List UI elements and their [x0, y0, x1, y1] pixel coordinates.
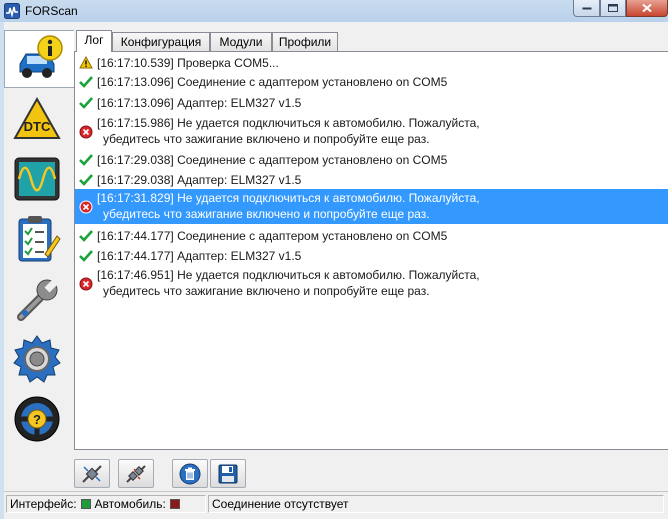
tab-configuration[interactable]: Конфигурация [112, 32, 210, 51]
log-entry-text: [16:17:15.986] Не удается подключиться к… [97, 114, 480, 150]
log-entry-selected[interactable]: [16:17:31.829] Не удается подключиться к… [75, 189, 668, 224]
warning-icon [79, 56, 93, 69]
log-entry[interactable]: [16:17:15.986] Не удается подключиться к… [75, 114, 668, 150]
log-entry[interactable]: [16:17:44.177] Соединение с адаптером ус… [75, 227, 668, 244]
tab-label: Лог [84, 33, 104, 47]
gear-icon [13, 335, 61, 383]
close-button[interactable] [626, 0, 668, 17]
app-icon [4, 3, 20, 19]
dtc-label: DTC [24, 119, 51, 134]
check-icon [79, 249, 93, 262]
main-client-area: DTC ? Лог Конфигурация Модули Профили [1… [4, 22, 668, 519]
sidebar-item-oscilloscope[interactable] [4, 150, 70, 208]
disconnect-button[interactable] [118, 459, 154, 488]
sidebar-item-service[interactable] [4, 270, 70, 328]
log-entry[interactable]: [16:17:29.038] Соединение с адаптером ус… [75, 151, 668, 168]
log-list[interactable]: [16:17:10.539] Проверка COM5... [16:17:1… [74, 51, 668, 450]
clear-log-button[interactable] [172, 459, 208, 488]
help-label: ? [33, 412, 41, 427]
log-entry-line: [16:17:15.986] Не удается подключиться к… [97, 116, 480, 130]
interface-label: Интерфейс: [10, 497, 77, 511]
interface-status-led [80, 499, 91, 509]
log-entry-line: [16:17:46.951] Не удается подключиться к… [97, 268, 480, 282]
log-entry[interactable]: [16:17:13.096] Адаптер: ELM327 v1.5 [75, 94, 668, 111]
connection-status-indicators: Интерфейс: Автомобиль: [6, 495, 206, 513]
vehicle-label: Автомобиль: [94, 497, 166, 511]
log-entry-text: [16:17:44.177] Адаптер: ELM327 v1.5 [97, 249, 302, 263]
check-icon [79, 96, 93, 109]
wrench-icon [17, 277, 60, 321]
log-entry[interactable]: [16:17:10.539] Проверка COM5... [75, 54, 668, 71]
minimize-icon [582, 7, 591, 10]
help-steering-icon: ? [14, 396, 60, 442]
log-entry[interactable]: [16:17:29.038] Адаптер: ELM327 v1.5 [75, 171, 668, 188]
tab-label: Профили [278, 35, 332, 49]
error-icon [79, 277, 93, 291]
close-icon [642, 3, 652, 13]
error-icon [79, 125, 93, 139]
log-entry-text: [16:17:13.096] Адаптер: ELM327 v1.5 [97, 96, 302, 110]
error-icon [79, 200, 93, 213]
tab-modules[interactable]: Модули [210, 32, 272, 51]
plug-disconnect-icon [126, 464, 146, 483]
log-entry-text: [16:17:46.951] Не удается подключиться к… [97, 266, 480, 302]
maximize-icon [608, 4, 618, 12]
dtc-warning-icon: DTC [13, 96, 61, 139]
tab-profiles[interactable]: Профили [272, 32, 338, 51]
save-log-button[interactable] [210, 459, 246, 488]
car-info-icon [19, 35, 63, 78]
log-entry-line: убедитесь что зажигание включено и попро… [103, 207, 430, 221]
log-entry-text: [16:17:13.096] Соединение с адаптером ус… [97, 75, 448, 89]
check-icon [79, 229, 93, 242]
log-entry-text: [16:17:29.038] Соединение с адаптером ус… [97, 153, 448, 167]
log-entry-text: [16:17:31.829] Не удается подключиться к… [97, 189, 480, 224]
connect-button[interactable] [74, 459, 110, 488]
sidebar: DTC ? [4, 30, 74, 480]
log-entry[interactable]: [16:17:44.177] Адаптер: ELM327 v1.5 [75, 247, 668, 264]
minimize-button[interactable] [573, 0, 600, 17]
oscilloscope-icon [14, 157, 60, 201]
log-entry-text: [16:17:10.539] Проверка COM5... [97, 56, 279, 70]
log-entry-line: убедитесь что зажигание включено и попро… [103, 284, 430, 298]
plug-connect-icon [82, 464, 102, 483]
log-entry-text: [16:17:44.177] Соединение с адаптером ус… [97, 229, 448, 243]
check-icon [79, 153, 93, 166]
log-entry-text: [16:17:29.038] Адаптер: ELM327 v1.5 [97, 173, 302, 187]
sidebar-item-vehicle-info[interactable] [4, 30, 74, 88]
vehicle-status-led [169, 499, 180, 509]
connection-status-text-panel: Соединение отсутствует [208, 495, 664, 513]
maximize-button[interactable] [600, 0, 626, 17]
connection-status-text: Соединение отсутствует [212, 497, 349, 511]
sidebar-item-help[interactable]: ? [4, 390, 70, 448]
save-icon [218, 464, 238, 483]
sidebar-item-tests[interactable] [4, 210, 70, 268]
sidebar-item-settings[interactable] [4, 330, 70, 388]
tab-log[interactable]: Лог [76, 30, 112, 52]
log-entry-line: убедитесь что зажигание включено и попро… [103, 132, 430, 146]
log-entry[interactable]: [16:17:46.951] Не удается подключиться к… [75, 266, 668, 302]
trash-icon [179, 463, 201, 484]
log-entry-line: [16:17:31.829] Не удается подключиться к… [97, 191, 480, 205]
window-title: FORScan [25, 4, 78, 18]
title-bar: FORScan [0, 0, 668, 22]
status-bar: Интерфейс: Автомобиль: Соединение отсутс… [4, 491, 668, 515]
check-icon [79, 173, 93, 186]
tab-label: Модули [219, 35, 263, 49]
log-entry[interactable]: [16:17:13.096] Соединение с адаптером ус… [75, 73, 668, 90]
check-icon [79, 75, 93, 88]
sidebar-item-dtc[interactable]: DTC [4, 90, 70, 148]
checklist-icon [18, 216, 61, 262]
tab-label: Конфигурация [120, 35, 202, 49]
